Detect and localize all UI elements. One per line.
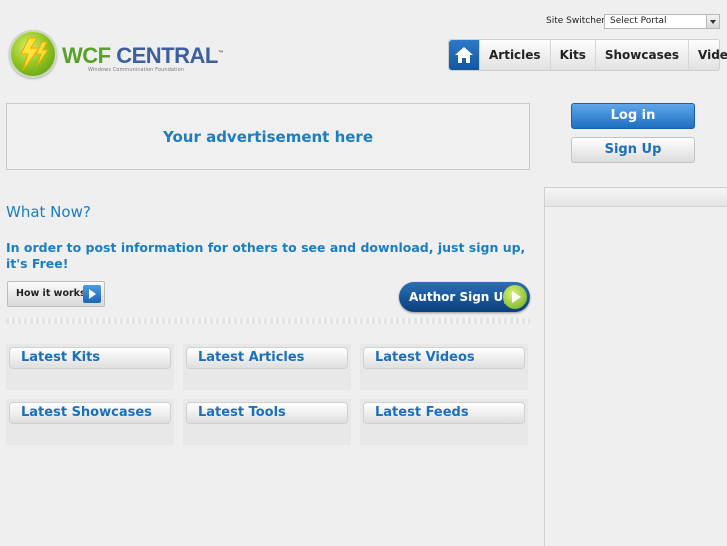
- advertisement-box[interactable]: Your advertisement here: [6, 103, 530, 170]
- logo-wordmark[interactable]: WCF CENTRAL™: [62, 43, 224, 69]
- latest-tools-button[interactable]: Latest Tools: [186, 402, 348, 424]
- latest-articles-button[interactable]: Latest Articles: [186, 347, 348, 369]
- nav-videos[interactable]: Videos: [688, 40, 727, 70]
- latest-showcases-button[interactable]: Latest Showcases: [9, 402, 171, 424]
- nav-kits[interactable]: Kits: [549, 40, 595, 70]
- tile-latest-articles: Latest Articles: [183, 344, 351, 390]
- main-nav: Articles Kits Showcases Videos: [448, 39, 727, 71]
- nav-articles[interactable]: Articles: [479, 40, 550, 70]
- home-icon: [455, 47, 473, 63]
- divider: [6, 318, 530, 324]
- signup-button[interactable]: Sign Up: [571, 137, 695, 163]
- how-it-works-button[interactable]: How it works: [7, 281, 105, 307]
- sidebar-header: [545, 188, 727, 207]
- logo-accent-text: CENTRAL: [116, 43, 218, 68]
- latest-videos-button[interactable]: Latest Videos: [363, 347, 525, 369]
- author-signup-label: Author Sign Up: [409, 290, 512, 304]
- right-sidebar: [544, 187, 727, 546]
- play-icon: [503, 285, 527, 309]
- tile-latest-feeds: Latest Feeds: [360, 399, 528, 445]
- arrow-right-icon: [83, 285, 101, 303]
- advertisement-text: Your advertisement here: [162, 127, 373, 146]
- tile-latest-tools: Latest Tools: [183, 399, 351, 445]
- site-switcher-value: Select Portal: [610, 16, 667, 26]
- site-switcher-label: Site Switcher:: [546, 16, 609, 26]
- nav-showcases[interactable]: Showcases: [594, 40, 688, 70]
- section-heading: What Now?: [6, 203, 91, 221]
- tile-latest-kits: Latest Kits: [6, 344, 174, 390]
- logo-tm: ™: [217, 50, 224, 57]
- logo-main-text: WCF: [62, 43, 117, 68]
- intro-text: In order to post information for others …: [6, 240, 526, 271]
- site-switcher-select[interactable]: Select Portal: [604, 14, 720, 29]
- tile-latest-videos: Latest Videos: [360, 344, 528, 390]
- home-button[interactable]: [449, 40, 479, 70]
- login-button[interactable]: Log in: [571, 103, 695, 129]
- latest-kits-button[interactable]: Latest Kits: [9, 347, 171, 369]
- latest-feeds-button[interactable]: Latest Feeds: [363, 402, 525, 424]
- author-signup-button[interactable]: Author Sign Up: [399, 282, 530, 312]
- chevron-down-icon[interactable]: [706, 15, 719, 28]
- logo-lightning-icon[interactable]: [9, 30, 57, 78]
- tile-latest-showcases: Latest Showcases: [6, 399, 174, 445]
- logo-subtitle: Windows Communication Foundation: [88, 67, 185, 73]
- how-it-works-label: How it works: [16, 288, 86, 299]
